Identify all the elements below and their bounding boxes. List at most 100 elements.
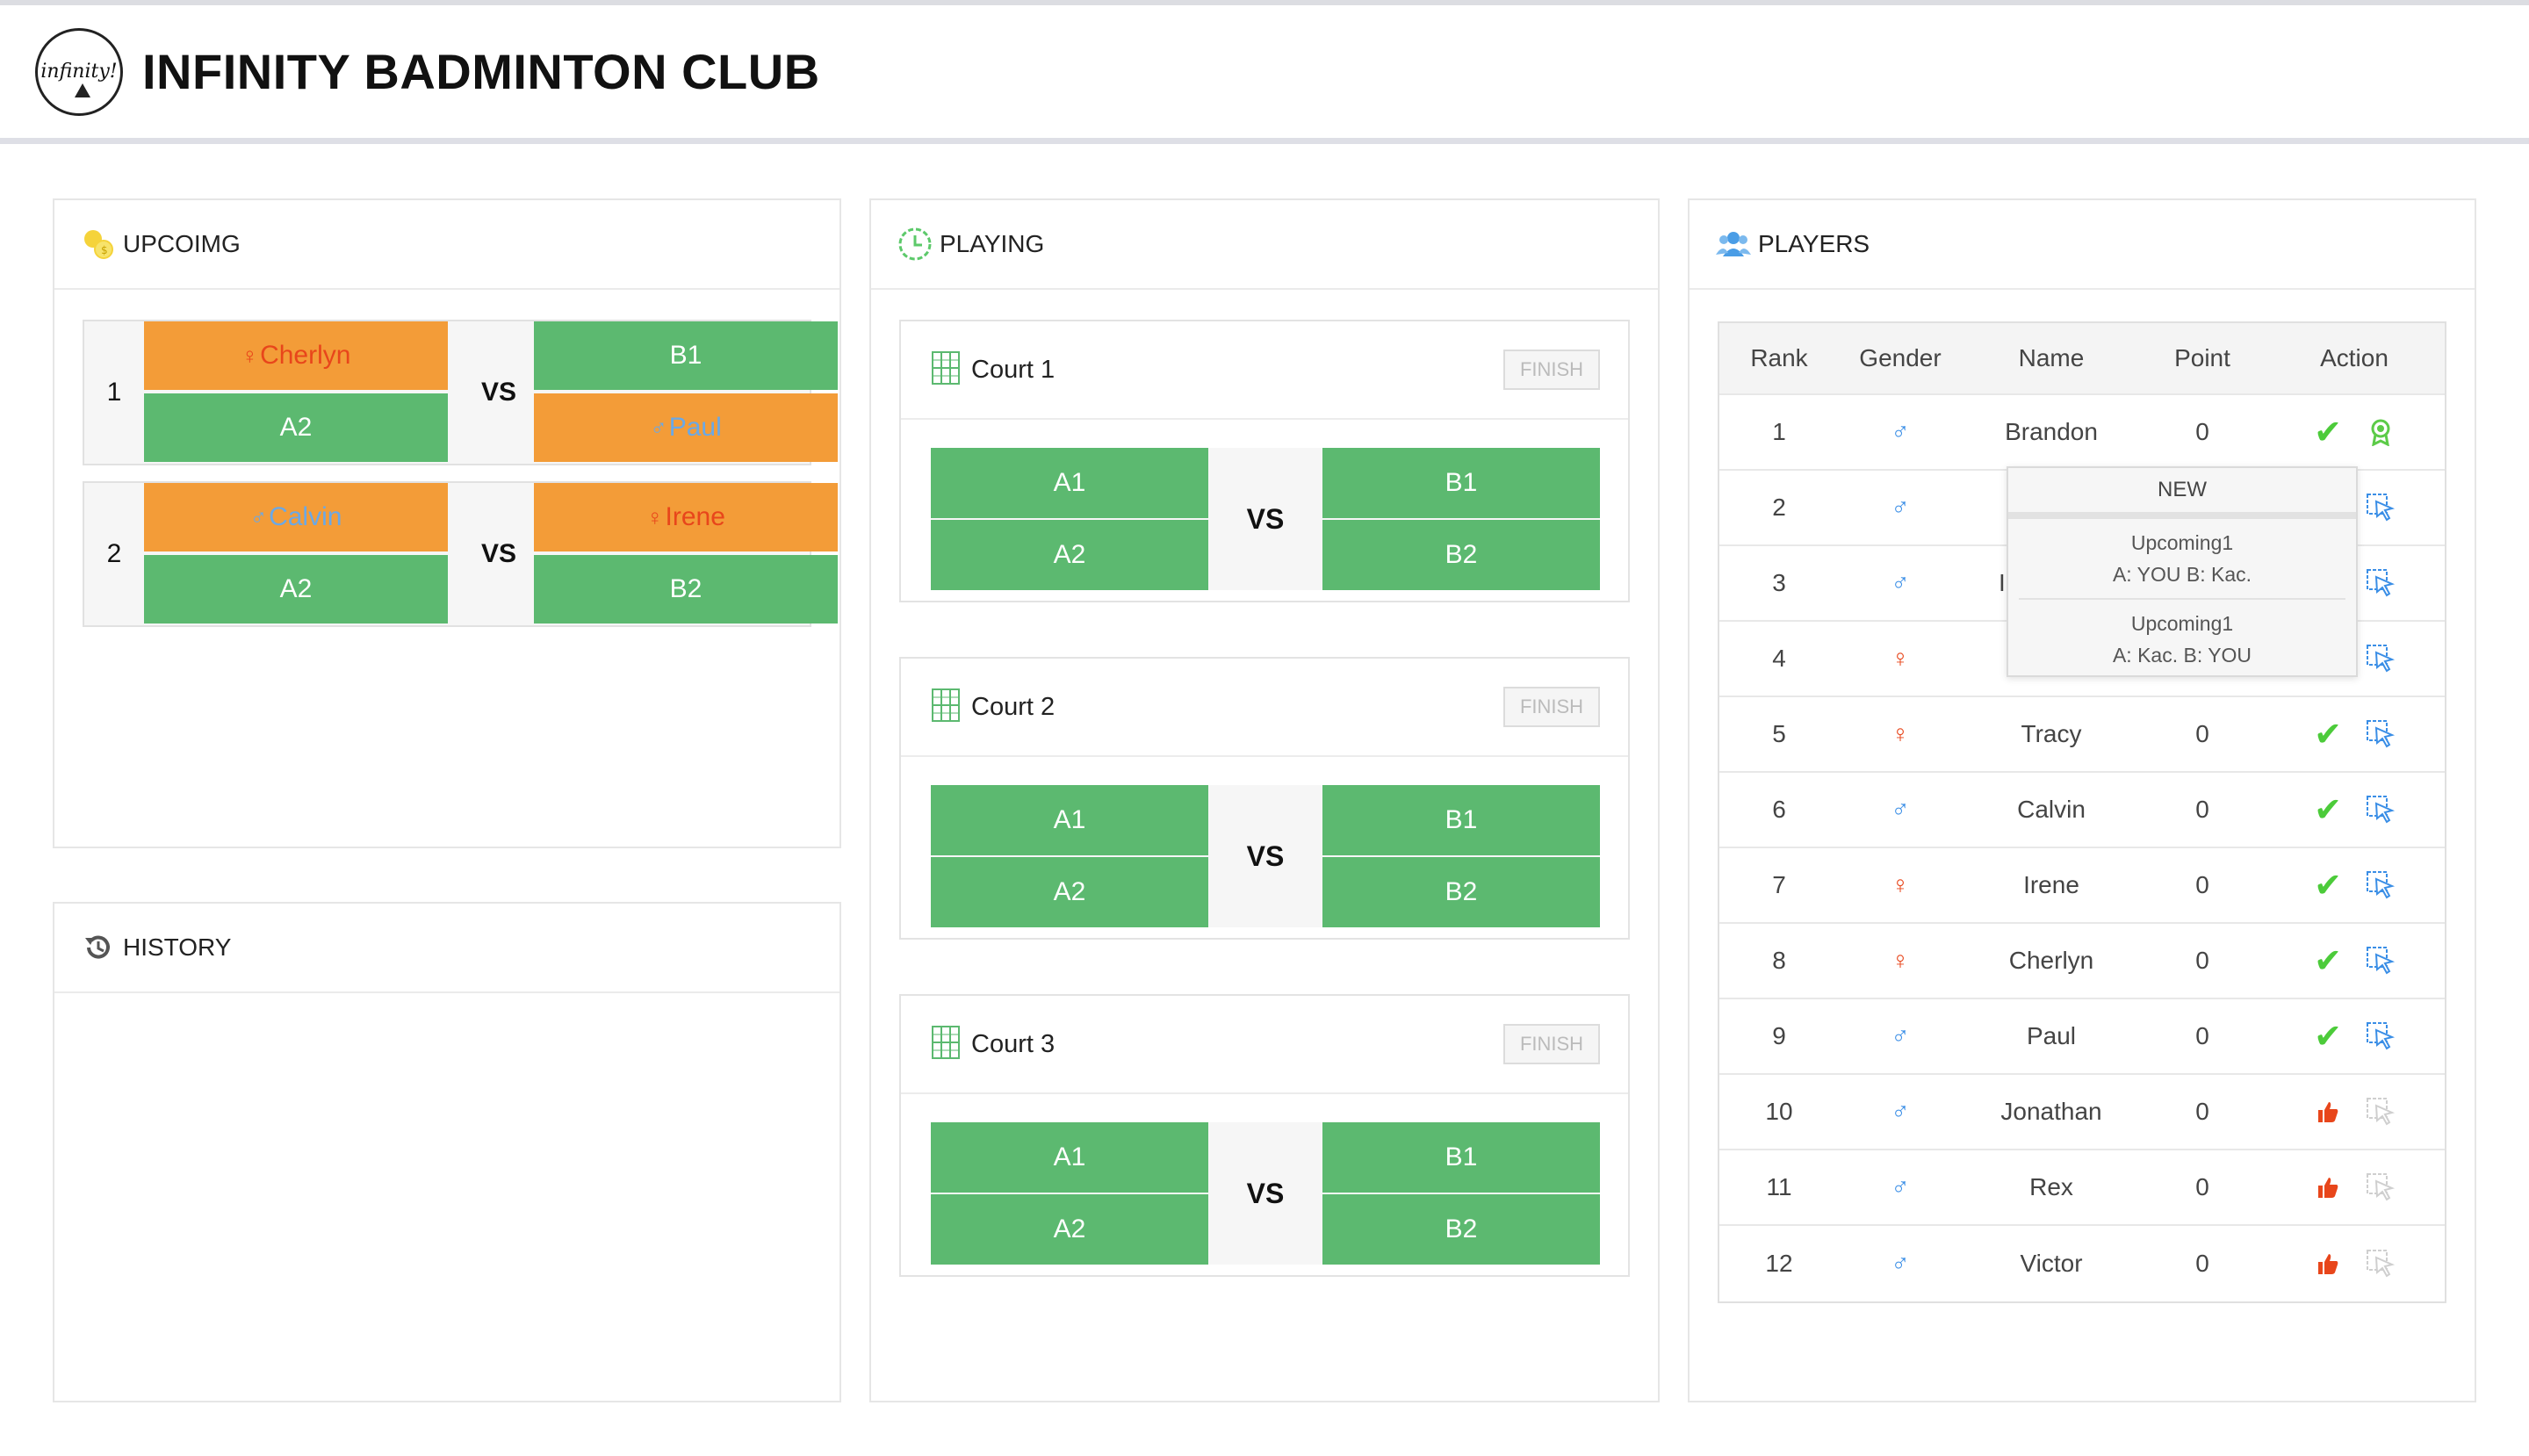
select-pointer-icon[interactable] (2366, 946, 2396, 976)
check-icon[interactable]: ✔ (2313, 414, 2343, 451)
vs-label: VS (1246, 1177, 1285, 1209)
court-grid-icon (931, 350, 961, 390)
check-icon[interactable]: ✔ (2313, 943, 2343, 980)
player-rank: 11 (1766, 1173, 1792, 1200)
court-slot-b2[interactable]: B2 (1322, 1194, 1600, 1265)
finish-button[interactable]: FINISH (1503, 350, 1600, 390)
column-header-point[interactable]: Point (2141, 344, 2264, 372)
table-row: 7 ♀ Irene 0 ✔ (1719, 848, 2445, 924)
player-gender: ♀ (1839, 871, 1962, 899)
player-gender: ♂ (1839, 1250, 1962, 1278)
check-icon[interactable]: ✔ (2313, 868, 2343, 905)
popup-header[interactable]: NEW (2008, 468, 2356, 519)
select-pointer-icon[interactable] (2366, 795, 2396, 825)
history-icon (81, 930, 116, 965)
select-pointer-icon[interactable] (2366, 493, 2396, 523)
player-rank: 8 (1772, 947, 1786, 974)
column-header-gender[interactable]: Gender (1839, 344, 1962, 372)
finish-button[interactable]: FINISH (1503, 1024, 1600, 1064)
court-slot-a1[interactable]: A1 (931, 1122, 1208, 1193)
popup-item-title: Upcoming1 (2130, 612, 2234, 635)
upcoming-header: $ UPCOIMG (54, 200, 839, 290)
match-slot-b2[interactable]: B2 (534, 555, 838, 623)
popup-item-title: Upcoming1 (2130, 531, 2234, 554)
select-pointer-icon[interactable] (2366, 1172, 2396, 1202)
player-point: 0 (2195, 1250, 2209, 1277)
player-gender: ♀ (1839, 645, 1962, 673)
player-actions: ✔ (2264, 868, 2445, 905)
select-pointer-icon[interactable] (2366, 1097, 2396, 1127)
court-slot-a2[interactable]: A2 (931, 520, 1208, 590)
player-rank: 7 (1772, 871, 1786, 898)
select-pointer-icon[interactable] (2366, 644, 2396, 674)
player-name: Cherlyn (2008, 947, 2094, 974)
court-slot-b2[interactable]: B2 (1322, 857, 1600, 927)
users-icon (1716, 227, 1751, 262)
award-icon[interactable] (2366, 417, 2396, 447)
court-slot-b2[interactable]: B2 (1322, 520, 1600, 590)
match-slot-a2[interactable]: A2 (144, 555, 448, 623)
players-title: PLAYERS (1758, 230, 1870, 257)
app-header: infinity! INFINITY BADMINTON CLUB (0, 5, 2529, 144)
male-icon: ♂ (1891, 418, 1910, 445)
match-slot-b2[interactable]: ♂ Paul (534, 393, 838, 462)
player-rank: 6 (1772, 796, 1786, 823)
column-header-rank[interactable]: Rank (1719, 344, 1839, 372)
popup-item[interactable]: Upcoming1 A: Kac. B: YOU (2019, 600, 2345, 675)
select-pointer-icon[interactable] (2366, 1021, 2396, 1051)
male-icon: ♂ (1891, 569, 1910, 596)
upcoming-match[interactable]: 2 ♂ Calvin A2 VS ♀ Irene B2 (83, 481, 838, 627)
match-slot-b1[interactable]: ♀ Irene (534, 483, 838, 551)
male-icon: ♂ (1891, 796, 1910, 823)
player-point: 0 (2195, 871, 2209, 898)
player-actions: ✔ (2264, 1019, 2445, 1056)
clock-icon (897, 227, 933, 262)
player-gender: ♀ (1839, 720, 1962, 748)
select-pointer-icon[interactable] (2366, 1249, 2396, 1279)
court-slot-b1[interactable]: B1 (1322, 785, 1600, 855)
thumbs-up-icon[interactable] (2313, 1097, 2343, 1127)
player-rank: 10 (1765, 1098, 1793, 1125)
thumbs-up-icon[interactable] (2313, 1172, 2343, 1202)
player-gender: ♂ (1839, 1173, 1962, 1201)
player-name: Paul (2026, 1022, 2077, 1049)
match-slot-a1[interactable]: ♀ Cherlyn (144, 321, 448, 390)
court-slot-a1[interactable]: A1 (931, 448, 1208, 518)
player-gender: ♀ (1839, 947, 1962, 975)
court-slot-a1[interactable]: A1 (931, 785, 1208, 855)
court-slot-a2[interactable]: A2 (931, 1194, 1208, 1265)
table-row: 9 ♂ Paul 0 ✔ (1719, 999, 2445, 1075)
check-icon[interactable]: ✔ (2313, 717, 2343, 753)
player-point: 0 (2195, 947, 2209, 974)
court-slot-a2[interactable]: A2 (931, 857, 1208, 927)
male-icon: ♂ (650, 414, 667, 441)
court-slot-b1[interactable]: B1 (1322, 1122, 1600, 1193)
match-slot-b1[interactable]: B1 (534, 321, 838, 390)
player-rank: 1 (1772, 418, 1786, 445)
vs-label: VS (480, 378, 517, 407)
select-pointer-icon[interactable] (2366, 568, 2396, 598)
match-slot-a1[interactable]: ♂ Calvin (144, 483, 448, 551)
upcoming-match[interactable]: 1 ♀ Cherlyn A2 VS B1 ♂ Paul (83, 320, 838, 465)
select-pointer-icon[interactable] (2366, 719, 2396, 749)
svg-text:$: $ (101, 244, 108, 256)
popup-item[interactable]: Upcoming1 A: YOU B: Kac. (2019, 519, 2345, 600)
select-pointer-icon[interactable] (2366, 870, 2396, 900)
column-header-name[interactable]: Name (1962, 344, 2141, 372)
players-header: PLAYERS (1690, 200, 2475, 290)
thumbs-up-icon[interactable] (2313, 1249, 2343, 1279)
court-slot-b1[interactable]: B1 (1322, 448, 1600, 518)
player-point: 0 (2195, 720, 2209, 747)
check-icon[interactable]: ✔ (2313, 1019, 2343, 1056)
table-row: 11 ♂ Rex 0 (1719, 1150, 2445, 1226)
table-header-row: Rank Gender Name Point Action (1719, 323, 2445, 395)
match-slot-a2[interactable]: A2 (144, 393, 448, 462)
players-panel: PLAYERS Rank Gender Name Point Action 1 ♂… (1688, 198, 2476, 1402)
court-matchup: A1 A2 VS B1 B2 (931, 785, 1600, 927)
check-icon[interactable]: ✔ (2313, 792, 2343, 829)
player-name: Tracy (2021, 720, 2082, 747)
court-header: Court 1 FINISH (901, 321, 1628, 420)
finish-button[interactable]: FINISH (1503, 687, 1600, 727)
court-body: A1 A2 VS B1 B2 (901, 757, 1628, 938)
coins-icon: $ (81, 227, 116, 262)
